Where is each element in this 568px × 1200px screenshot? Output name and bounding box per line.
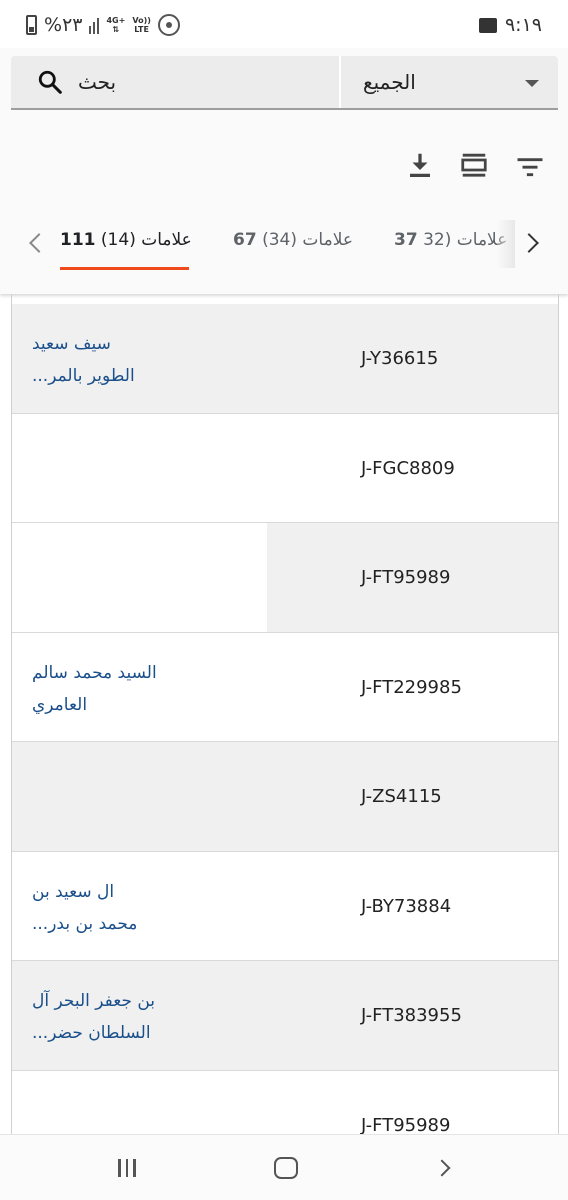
search-label: بحث (78, 70, 117, 94)
owner-name-line2: ...محمد بن بدر (32, 913, 138, 934)
tab-scroll-fade (497, 220, 515, 268)
battery-icon (26, 15, 37, 35)
network-arrows: ⇅ (112, 25, 120, 34)
active-tab-indicator (60, 267, 189, 270)
hotspot-icon (157, 14, 180, 36)
battery-level: %٢٣ (44, 14, 83, 36)
owner-name-line1: ال سعيد بن (32, 881, 115, 902)
chevron-right-icon[interactable] (519, 233, 539, 253)
owner-name-line2: العامري (32, 694, 88, 715)
search-bar: الجميع بحث (11, 56, 558, 110)
tab-1-count: (34) (262, 230, 297, 250)
tab-1[interactable]: 67 علامات (34) (233, 230, 353, 250)
status-left: %٢٣ 4G+ ⇅ Vo)) LTE (26, 14, 180, 36)
chevron-down-icon (525, 80, 539, 87)
search-icon[interactable] (37, 69, 63, 95)
results-table: سيف سعيد ...الطوير بالمر J-Y36615 J-FGC8… (12, 304, 558, 1137)
clock: ٩:١٩ (504, 14, 542, 36)
owner-name[interactable]: سيف سعيد ...الطوير بالمر (32, 328, 262, 392)
volte-top: Vo)) (132, 16, 151, 25)
search-divider (339, 56, 341, 108)
status-right: ٩:١٩ (478, 14, 542, 36)
plate-code: J-ZS4115 (361, 786, 442, 807)
download-icon[interactable] (405, 150, 435, 180)
table-row[interactable]: السيد محمد سالم العامري J-FT229985 (12, 632, 558, 742)
tab-0[interactable]: 111 علامات (14) (60, 230, 192, 250)
owner-name-line1: بن جعفر البحر آل (32, 991, 156, 1011)
owner-name[interactable]: بن جعفر البحر آل ...السلطان حضر (32, 985, 262, 1049)
status-bar: %٢٣ 4G+ ⇅ Vo)) LTE ٩:١٩ (0, 0, 568, 48)
home-icon[interactable] (274, 1157, 298, 1179)
table-row[interactable]: J-FT95989 (12, 523, 558, 633)
plate-code: J-FT383955 (361, 1005, 462, 1026)
view-toggle-icon[interactable] (459, 150, 489, 180)
chevron-left-icon[interactable] (29, 233, 49, 253)
table-row[interactable]: J-ZS4115 (12, 742, 558, 852)
plate-code: J-Y36615 (361, 348, 439, 369)
tab-bar: 111 علامات (14) 67 علامات (34) 37 علامات… (0, 216, 568, 276)
tab-1-label: علامات (302, 230, 353, 250)
owner-name-line1: السيد محمد سالم (32, 662, 157, 683)
tab-0-label: علامات (141, 230, 192, 250)
image-notification-icon (478, 17, 497, 33)
signal-icon (89, 16, 100, 34)
network-indicator: 4G+ ⇅ (106, 16, 125, 34)
top-panel: الجميع بحث 111 علامات (14) 67 علامات (34… (0, 48, 568, 294)
table-row[interactable]: J-FT95989 (12, 1070, 558, 1137)
plate-code: J-FT229985 (361, 676, 462, 698)
table-row[interactable]: J-FGC8809 (12, 413, 558, 523)
network-type: 4G+ (106, 16, 126, 25)
empty-name-cell (12, 523, 267, 632)
plate-code: J-FGC8809 (361, 457, 455, 479)
tab-0-count: (14) (100, 230, 136, 250)
back-icon[interactable] (433, 1159, 451, 1177)
system-nav-bar (0, 1134, 568, 1200)
volte-bottom: LTE (134, 25, 149, 34)
recents-icon[interactable] (118, 1159, 136, 1177)
owner-name[interactable]: ال سعيد بن ...محمد بن بدر (32, 876, 262, 940)
owner-name-line2: ...السلطان حضر (32, 1023, 151, 1043)
table-row[interactable]: بن جعفر البحر آل ...السلطان حضر J-FT3839… (12, 961, 558, 1071)
tab-0-number: 111 (60, 230, 96, 250)
owner-name-line1: سيف سعيد (32, 334, 111, 354)
filter-select-value: الجميع (363, 70, 416, 94)
tab-1-number: 67 (233, 230, 257, 250)
owner-name[interactable]: السيد محمد سالم العامري (32, 657, 262, 721)
filter-icon[interactable] (515, 152, 545, 182)
filter-select[interactable]: الجميع (341, 56, 558, 108)
plate-code: J-FT95989 (361, 567, 451, 588)
plate-code: J-FT95989 (361, 1114, 451, 1136)
tab-2[interactable]: 37 علامات (32 (394, 230, 507, 250)
table-row[interactable]: سيف سعيد ...الطوير بالمر J-Y36615 (12, 304, 558, 414)
table-row[interactable]: ال سعيد بن ...محمد بن بدر J-BY73884 (12, 851, 558, 961)
search-input[interactable]: بحث (11, 56, 339, 108)
plate-code: J-BY73884 (361, 895, 452, 917)
tab-2-number: 37 (394, 230, 418, 250)
owner-name-line2: ...الطوير بالمر (32, 366, 135, 386)
tab-2-count: (32 (423, 230, 452, 250)
volte-indicator: Vo)) LTE (132, 16, 151, 34)
